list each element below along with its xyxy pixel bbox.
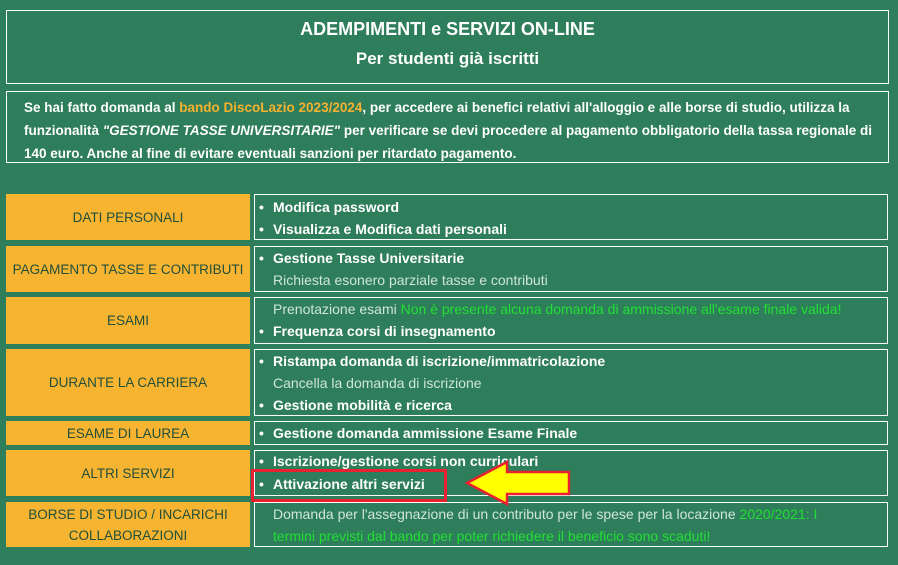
link-modifica-password[interactable]: Modifica password <box>259 196 399 218</box>
link-ristampa-domanda[interactable]: Ristampa domanda di iscrizione/immatrico… <box>259 350 605 372</box>
category-durante-carriera: DURANTE LA CARRIERA <box>6 349 250 416</box>
services-durante-carriera: Ristampa domanda di iscrizione/immatrico… <box>254 349 888 416</box>
text-contributo-locazione: Domanda per l'assegnazione di un contrib… <box>273 506 736 522</box>
category-borse-label-1: BORSE DI STUDIO / INCARICHI <box>28 506 228 522</box>
category-esami: ESAMI <box>6 297 250 344</box>
services-dati-personali: Modifica password Visualizza e Modifica … <box>254 194 888 240</box>
notice-text-a: Se hai fatto domanda al <box>24 100 180 115</box>
link-modifica-dati-personali[interactable]: Visualizza e Modifica dati personali <box>259 218 507 240</box>
bando-link[interactable]: bando DiscoLazio 2023/2024 <box>179 100 362 115</box>
page-header: ADEMPIMENTI e SERVIZI ON-LINE Per studen… <box>6 10 889 84</box>
link-frequenza-corsi[interactable]: Frequenza corsi di insegnamento <box>259 320 495 342</box>
category-altri-servizi: ALTRI SERVIZI <box>6 450 250 496</box>
link-gestione-esame-finale[interactable]: Gestione domanda ammissione Esame Finale <box>259 422 577 444</box>
page-title: ADEMPIMENTI e SERVIZI ON-LINE <box>300 19 595 39</box>
pointer-arrow-icon <box>465 459 571 507</box>
borse-note-2: termini previsti dal bando per poter ric… <box>273 528 711 544</box>
services-esame-laurea: Gestione domanda ammissione Esame Finale <box>254 421 888 445</box>
category-borse-label-2: COLLABORAZIONI <box>68 527 188 543</box>
notice-box: Se hai fatto domanda al bando DiscoLazio… <box>6 91 889 163</box>
notice-feature: "GESTIONE TASSE UNIVERSITARIE" <box>102 123 341 138</box>
category-pagamento-tasse: PAGAMENTO TASSE E CONTRIBUTI <box>6 246 250 292</box>
text-richiesta-esonero: Richiesta esonero parziale tasse e contr… <box>273 272 548 288</box>
category-borse-di-studio: BORSE DI STUDIO / INCARICHI COLLABORAZIO… <box>6 502 250 547</box>
text-cancella-domanda: Cancella la domanda di iscrizione <box>273 375 482 391</box>
highlight-box <box>251 469 447 502</box>
esami-warning: Non è presente alcuna domanda di ammissi… <box>400 301 842 317</box>
page-subtitle: Per studenti già iscritti <box>355 49 540 68</box>
row-prenotazione-esami: Prenotazione esami Non è presente alcuna… <box>273 298 841 320</box>
borse-note-1: 2020/2021: I <box>739 506 818 522</box>
category-esame-laurea: ESAME DI LAUREA <box>6 421 250 445</box>
services-esami: Prenotazione esami Non è presente alcuna… <box>254 297 888 344</box>
text-prenotazione-esami: Prenotazione esami <box>273 301 397 317</box>
link-gestione-mobilita[interactable]: Gestione mobilità e ricerca <box>259 394 452 416</box>
services-pagamento-tasse: Gestione Tasse Universitarie Richiesta e… <box>254 246 888 292</box>
link-gestione-tasse[interactable]: Gestione Tasse Universitarie <box>259 247 464 269</box>
category-dati-personali: DATI PERSONALI <box>6 194 250 240</box>
services-borse-di-studio: Domanda per l'assegnazione di un contrib… <box>254 502 888 547</box>
